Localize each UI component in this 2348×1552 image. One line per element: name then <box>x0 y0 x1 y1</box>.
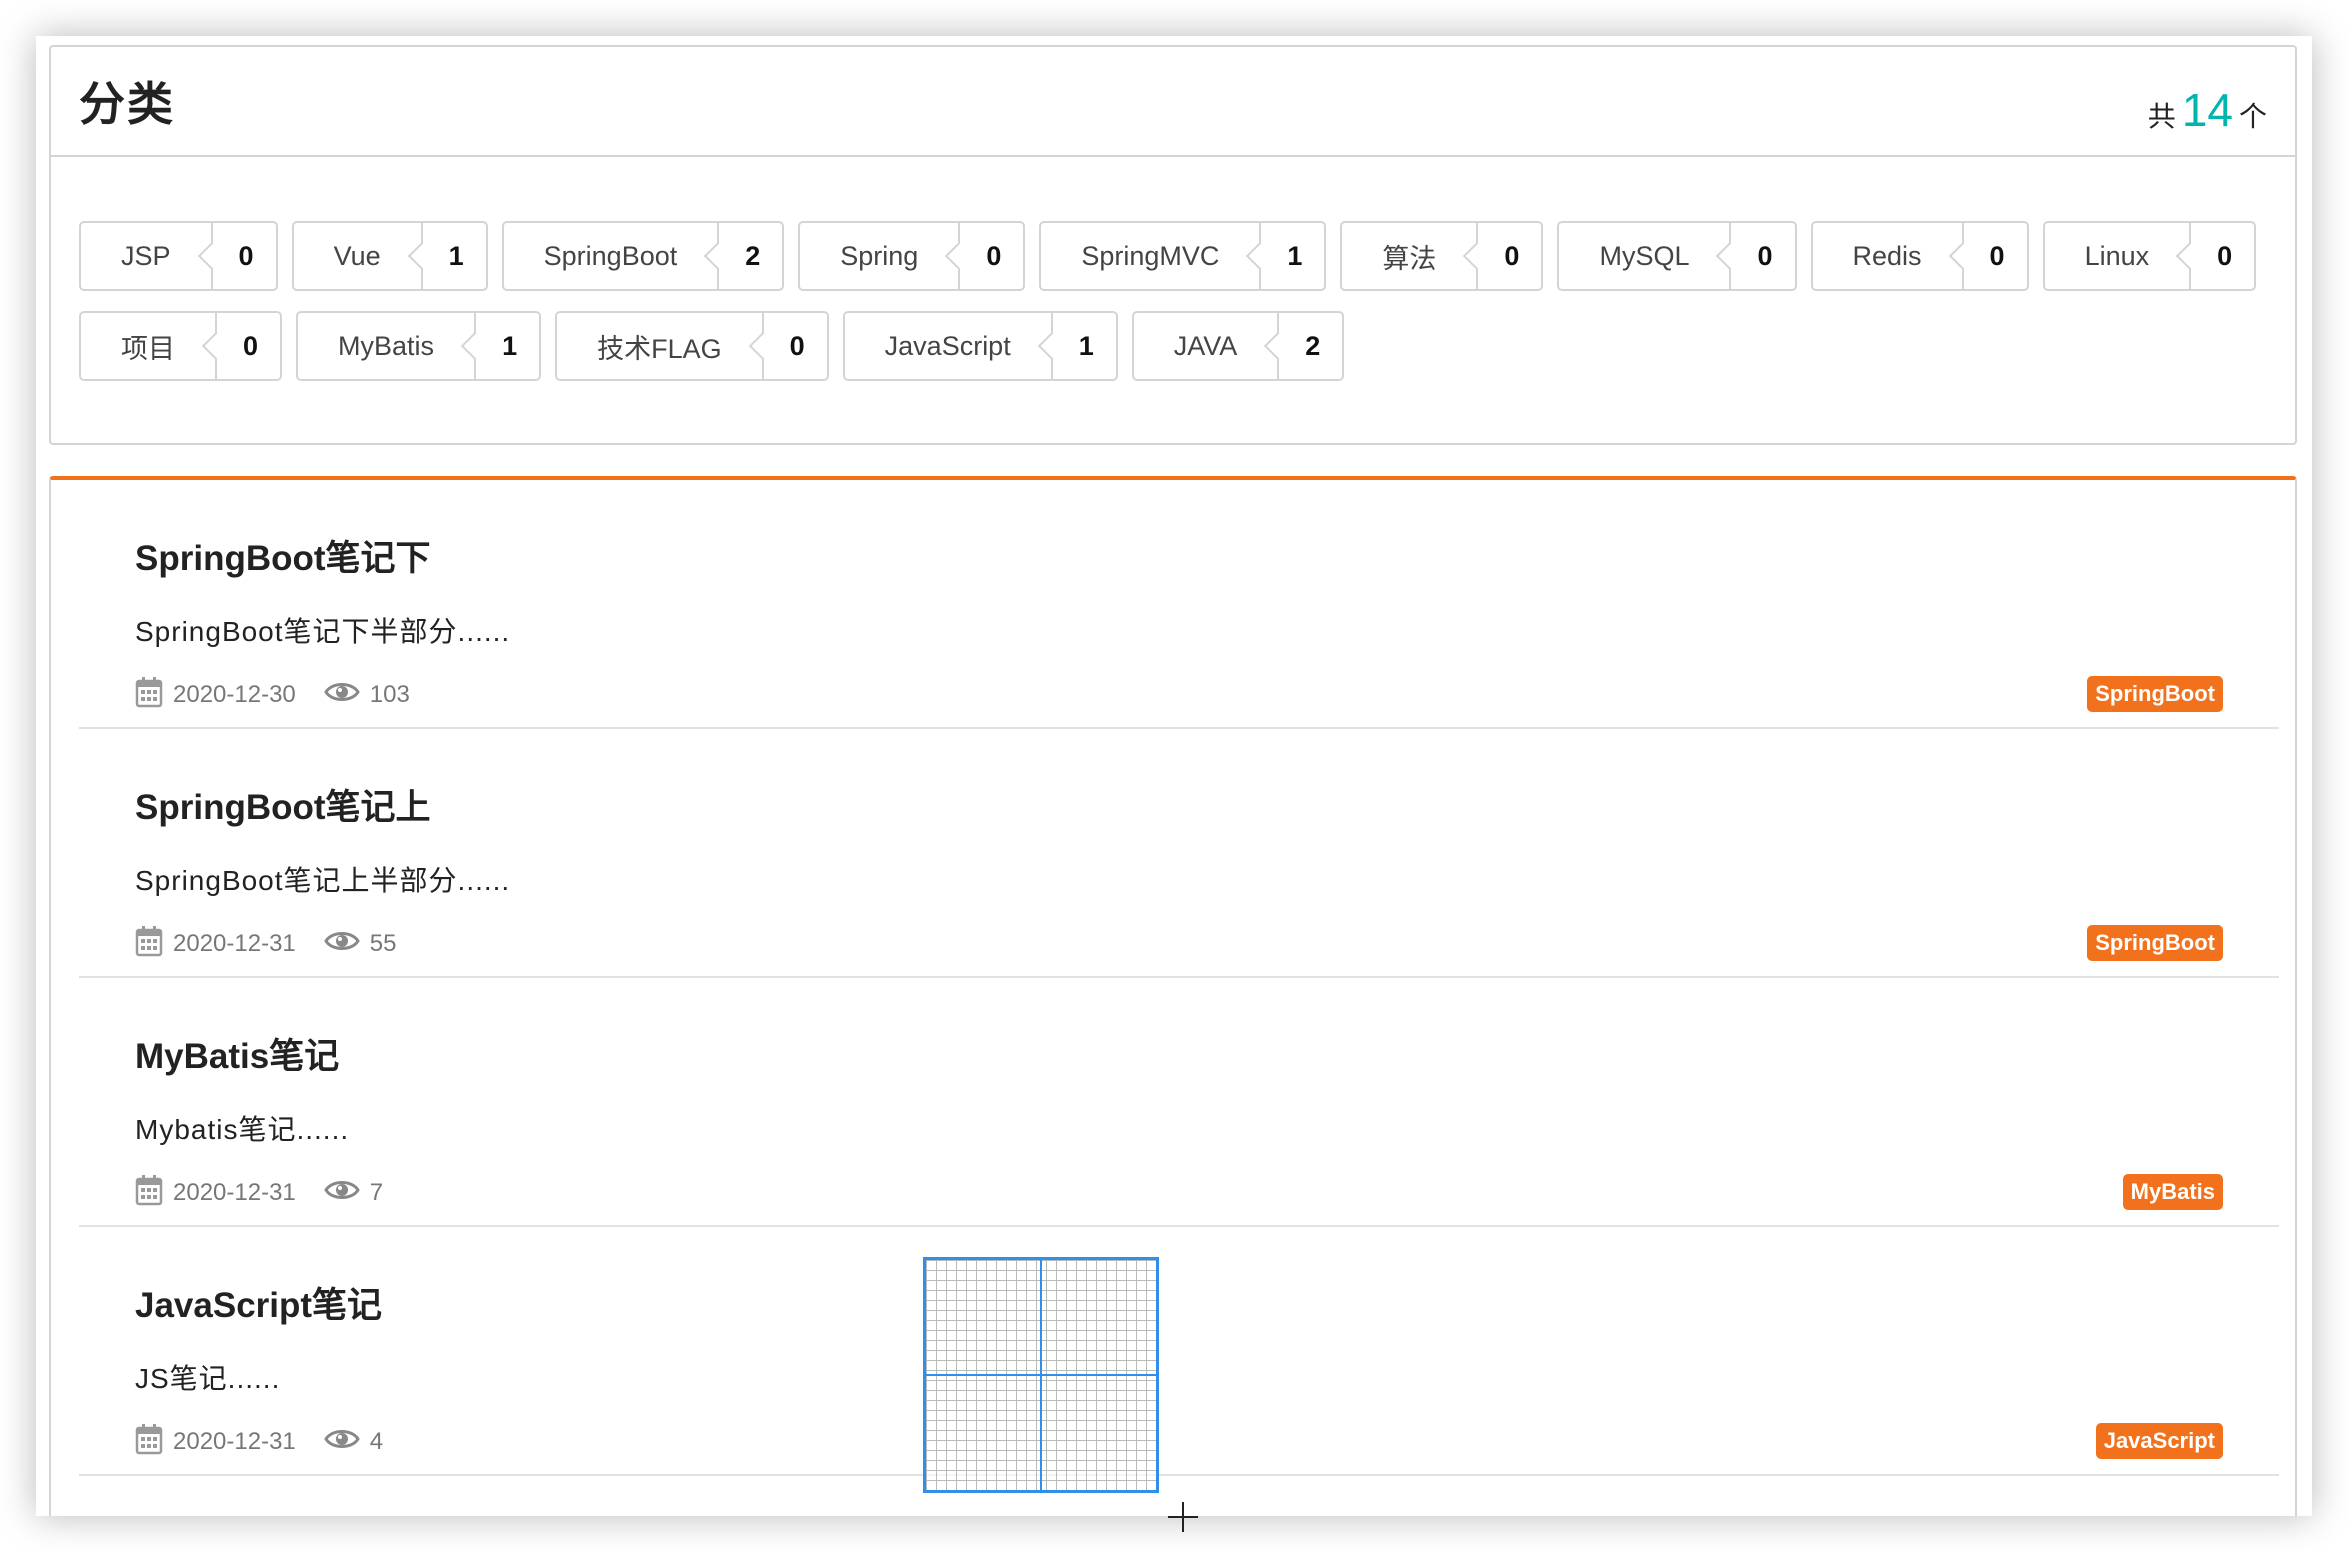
category-name: 项目 <box>121 333 175 364</box>
blog-meta: 2020-12-31 55 <box>135 925 397 964</box>
blog-meta: 2020-12-31 4 <box>135 1423 384 1462</box>
category-label-mybatis[interactable]: MyBatis 1 <box>296 311 542 381</box>
category-name: 算法 <box>1382 243 1437 274</box>
category-label-springboot[interactable]: SpringBoot 2 <box>501 221 785 291</box>
blog-item: SpringBoot笔记上 SpringBoot笔记上半部分...... 202… <box>79 729 2279 978</box>
blog-date: 2020-12-31 <box>173 1179 296 1206</box>
category-label-jsp[interactable]: JSP 0 <box>79 221 278 291</box>
magnifier-grid-overlay <box>923 1257 1159 1493</box>
blog-views: 7 <box>369 1179 384 1206</box>
category-name: Vue <box>333 240 381 271</box>
category-name: MySQL <box>1599 240 1690 271</box>
category-label-algorithm[interactable]: 算法 0 <box>1340 221 1544 291</box>
category-count-badge: 1 <box>474 313 539 379</box>
blog-item: MyBatis笔记 Mybatis笔记...... 2020-12-31 7 M… <box>79 978 2279 1227</box>
blog-date: 2020-12-30 <box>173 681 296 708</box>
blog-views: 55 <box>369 930 397 957</box>
category-name: JavaScript <box>884 330 1011 361</box>
category-name: Redis <box>1852 240 1922 271</box>
category-count-badge: 2 <box>717 223 782 289</box>
browser-page: 分类 共 14 个 JSP 0 Vue 1 SpringBoot 2 Spring 0 … <box>36 36 2312 1516</box>
category-label-tech-flag[interactable]: 技术FLAG 0 <box>555 311 829 381</box>
category-panel: 分类 共 14 个 JSP 0 Vue 1 SpringBoot 2 Spring 0 … <box>49 45 2297 445</box>
blog-title-link[interactable]: SpringBoot笔记上 <box>135 779 431 830</box>
category-label-vue[interactable]: Vue 1 <box>291 221 488 291</box>
category-count-badge: 1 <box>420 223 486 289</box>
blog-date: 2020-12-31 <box>173 1428 296 1455</box>
blog-description: JS笔记...... <box>135 1363 281 1394</box>
count-prefix: 共 <box>2147 101 2176 132</box>
category-label-javascript[interactable]: JavaScript 1 <box>842 311 1118 381</box>
grid-center-vertical-line <box>1040 1260 1042 1490</box>
eye-icon <box>324 1427 360 1458</box>
blog-category-tag[interactable]: MyBatis <box>2122 1174 2223 1210</box>
blog-category-tag[interactable]: JavaScript <box>2095 1423 2223 1459</box>
category-count-badge: 0 <box>215 313 280 379</box>
blog-title-link[interactable]: JavaScript笔记 <box>135 1277 382 1328</box>
crosshair-cursor-icon <box>1168 1502 1198 1532</box>
category-list: JSP 0 Vue 1 SpringBoot 2 Spring 0 SpringMVC 1… <box>51 157 2281 381</box>
blog-meta: 2020-12-31 7 <box>135 1174 384 1213</box>
category-count-badge: 0 <box>210 223 276 289</box>
category-count-badge: 0 <box>761 313 827 379</box>
category-header: 分类 共 14 个 <box>51 47 2295 157</box>
calendar-icon <box>135 925 163 964</box>
page-title: 分类 <box>79 78 175 130</box>
eye-icon <box>324 1178 360 1209</box>
blog-category-tag[interactable]: SpringBoot <box>2087 925 2223 961</box>
category-label-spring[interactable]: Spring 0 <box>798 221 1026 291</box>
category-name: SpringMVC <box>1081 240 1220 271</box>
count-suffix: 个 <box>2238 101 2267 132</box>
category-name: Spring <box>840 240 919 271</box>
category-name: SpringBoot <box>543 240 678 271</box>
blog-date: 2020-12-31 <box>173 930 296 957</box>
category-label-java[interactable]: JAVA 2 <box>1131 311 1345 381</box>
blog-list-panel: SpringBoot笔记下 SpringBoot笔记下半部分...... 202… <box>49 476 2297 1516</box>
calendar-icon <box>135 1174 163 1213</box>
category-name: Linux <box>2084 240 2150 271</box>
category-count-badge: 0 <box>1476 223 1541 289</box>
blog-list: SpringBoot笔记下 SpringBoot笔记下半部分...... 202… <box>79 480 2279 1476</box>
category-count-badge: 0 <box>958 223 1023 289</box>
category-count: 共 14 个 <box>2148 65 2267 137</box>
category-count-badge: 0 <box>1961 223 2027 289</box>
category-label-mysql[interactable]: MySQL 0 <box>1557 221 1797 291</box>
category-name: JAVA <box>1173 330 1238 361</box>
category-name: MyBatis <box>338 330 435 361</box>
category-label-springmvc[interactable]: SpringMVC 1 <box>1039 221 1327 291</box>
category-label-linux[interactable]: Linux 0 <box>2042 221 2257 291</box>
category-count-badge: 0 <box>1729 223 1794 289</box>
blog-category-tag[interactable]: SpringBoot <box>2087 676 2223 712</box>
category-label-project[interactable]: 项目 0 <box>79 311 283 381</box>
blog-title-link[interactable]: MyBatis笔记 <box>135 1028 339 1079</box>
blog-description: SpringBoot笔记下半部分...... <box>135 616 511 647</box>
blog-views: 4 <box>369 1428 384 1455</box>
blog-title-link[interactable]: SpringBoot笔记下 <box>135 530 431 581</box>
blog-views: 103 <box>369 681 410 708</box>
category-count-badge: 0 <box>2189 223 2254 289</box>
blog-item: JavaScript笔记 JS笔记...... 2020-12-31 4 Jav… <box>79 1227 2279 1476</box>
category-label-redis[interactable]: Redis 0 <box>1810 221 2029 291</box>
calendar-icon <box>135 676 163 715</box>
blog-description: Mybatis笔记...... <box>135 1114 350 1145</box>
blog-item: SpringBoot笔记下 SpringBoot笔记下半部分...... 202… <box>79 480 2279 729</box>
category-name: JSP <box>121 240 171 271</box>
category-count-badge: 2 <box>1277 313 1342 379</box>
count-value: 14 <box>2181 84 2233 136</box>
eye-icon <box>324 680 360 711</box>
category-count-badge: 1 <box>1050 313 1116 379</box>
blog-description: SpringBoot笔记上半部分...... <box>135 865 511 896</box>
eye-icon <box>324 929 360 960</box>
category-count-badge: 1 <box>1259 223 1324 289</box>
category-name: 技术FLAG <box>597 333 722 364</box>
calendar-icon <box>135 1423 163 1462</box>
blog-meta: 2020-12-30 103 <box>135 676 410 715</box>
